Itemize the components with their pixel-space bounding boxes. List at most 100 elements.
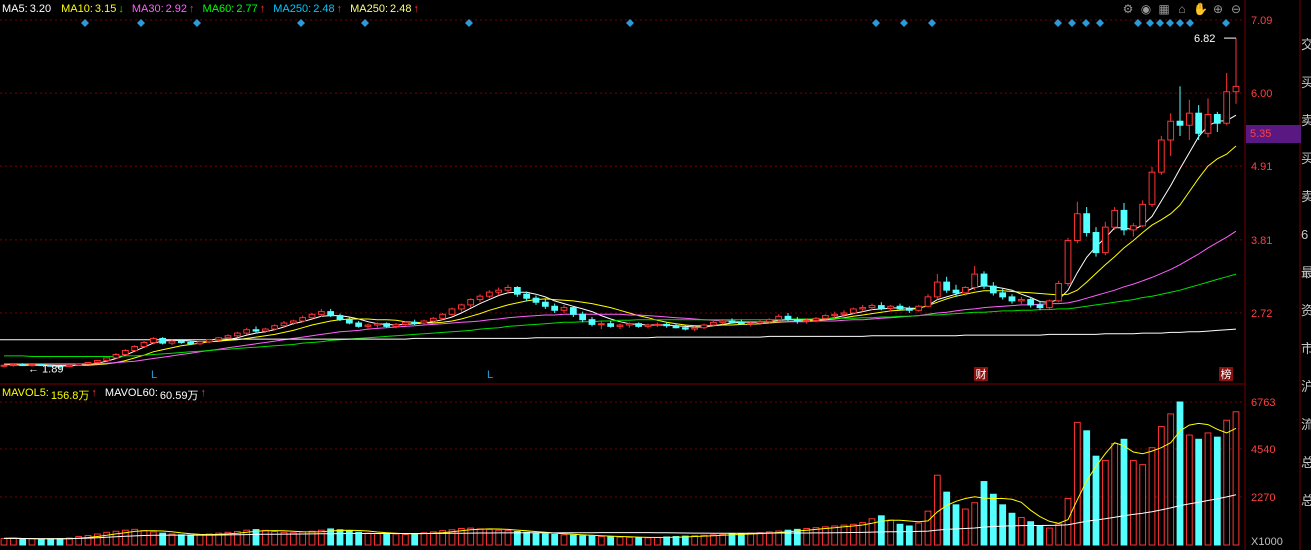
volume-bar xyxy=(588,535,596,546)
volume-bar xyxy=(1223,419,1231,546)
candle-body xyxy=(859,307,867,310)
right-strip-char: 6 xyxy=(1301,228,1309,242)
volume-bar xyxy=(532,532,540,546)
zoom-in-icon[interactable]: ⊕ xyxy=(1211,2,1225,16)
candle-body xyxy=(299,317,307,322)
candle-body xyxy=(196,341,204,345)
candle-body xyxy=(756,321,764,324)
candle-body xyxy=(159,337,167,344)
ma-line-ma10 xyxy=(4,145,1237,366)
price-legend-label: MA60: xyxy=(202,3,235,15)
candle-body xyxy=(709,321,717,326)
price-legend-item: MA5: 3.20 xyxy=(2,3,53,15)
volume-bar xyxy=(420,532,428,546)
candle-body xyxy=(355,322,363,327)
candle-body xyxy=(1213,114,1221,124)
volume-legend-arrow: ↑ xyxy=(200,387,206,399)
volume-bar xyxy=(196,534,204,546)
right-strip-char: 买 xyxy=(1301,76,1311,90)
event-marker-diamond xyxy=(361,19,369,27)
volume-bar xyxy=(625,536,633,546)
candle-body xyxy=(831,313,839,317)
volume-bar xyxy=(168,533,176,546)
volume-bar xyxy=(551,533,559,546)
volume-bar xyxy=(1232,411,1240,546)
volume-bar xyxy=(943,491,951,546)
candle-body xyxy=(663,323,671,327)
candle-body xyxy=(840,312,848,315)
price-legend-arrow: ↑ xyxy=(189,3,195,15)
volume-bar xyxy=(47,538,55,546)
zoom-out-icon[interactable]: ⊖ xyxy=(1229,2,1243,16)
candle-body xyxy=(999,292,1007,298)
candle-body xyxy=(392,323,400,327)
candle-body xyxy=(420,320,428,324)
candle-body xyxy=(364,324,372,327)
volume-bar xyxy=(803,528,811,546)
volume-bar xyxy=(653,536,661,546)
candle-body xyxy=(1017,299,1025,302)
volume-bar xyxy=(513,530,521,546)
candle-body xyxy=(971,273,979,288)
volume-bar xyxy=(485,528,493,546)
eye-icon[interactable]: ◉ xyxy=(1139,2,1153,16)
candle-body xyxy=(765,319,773,323)
candle-body xyxy=(924,296,932,307)
candle-body xyxy=(775,315,783,321)
volume-bar xyxy=(812,527,820,546)
hand-icon[interactable]: ✋ xyxy=(1193,2,1208,16)
volume-bar xyxy=(355,531,363,546)
kline-chart[interactable]: 7.09 6.00 4.91 3.81 2.72 6763 4540 2270 X1000 6.8… xyxy=(0,0,1311,550)
volume-tick-label: 4540 xyxy=(1251,444,1275,456)
candle-body xyxy=(131,345,139,352)
volume-bar xyxy=(961,508,969,546)
volume-legend-item: MAVOL60: 60.59万 ↑ xyxy=(105,387,206,403)
candle-body xyxy=(411,321,419,324)
candle-body xyxy=(103,357,111,362)
price-legend: MA5: 3.20 MA10: 3.15 ↓ MA30: 2.92 ↑ MA60: 2.77 ↑ MA… xyxy=(2,3,419,15)
current-price-box: 5.35 xyxy=(1246,125,1301,143)
candle-body xyxy=(653,323,661,326)
candle-body xyxy=(1129,225,1137,231)
event-marker-diamond xyxy=(1096,19,1104,27)
gear-icon[interactable]: ⚙ xyxy=(1121,2,1135,16)
candle-body xyxy=(19,364,27,367)
event-marker-diamond xyxy=(1186,19,1194,27)
volume-bar xyxy=(999,504,1007,546)
event-marker-diamond xyxy=(1176,19,1184,27)
mavol5-line xyxy=(3,422,1237,540)
home-icon[interactable]: ⌂ xyxy=(1175,2,1189,16)
candle-body xyxy=(943,281,951,291)
candle-body xyxy=(793,319,801,322)
right-info-strip: 交买卖买卖6最资市沪流总总 xyxy=(1301,0,1311,550)
candle-body xyxy=(737,321,745,325)
volume-bar xyxy=(467,527,475,546)
candle-body xyxy=(1232,85,1240,93)
volume-legend-arrow: ↑ xyxy=(91,387,97,399)
volume-bar xyxy=(989,493,997,546)
volume-bar xyxy=(1045,527,1053,546)
volume-bar xyxy=(607,536,615,546)
grid-icon[interactable]: ▦ xyxy=(1157,2,1171,16)
price-legend-item: MA250: 2.48 ↑ xyxy=(350,3,419,15)
volume-bar xyxy=(644,537,652,546)
right-strip-char: 流 xyxy=(1301,418,1311,432)
candle-body xyxy=(672,325,680,329)
candle-body xyxy=(1083,213,1091,234)
candle-body xyxy=(252,329,260,332)
candle-body xyxy=(457,304,465,310)
volume-bar xyxy=(1176,401,1184,546)
high-label: 6.82 xyxy=(1194,33,1215,45)
candle-body xyxy=(597,323,605,326)
event-marker-diamond xyxy=(1166,19,1174,27)
volume-bar xyxy=(849,523,857,546)
candle-body xyxy=(308,313,316,319)
price-tick-label: 2.72 xyxy=(1251,308,1272,320)
chart-toolbar: ⚙ ◉ ▦ ⌂ ✋ ⊕ ⊖ xyxy=(1121,2,1243,16)
price-tick-label: 4.91 xyxy=(1251,161,1272,173)
volume-bar xyxy=(1213,436,1221,546)
volume-bar xyxy=(261,529,269,546)
candle-body xyxy=(1101,226,1109,254)
volume-bar xyxy=(523,531,531,546)
candle-body xyxy=(215,337,223,341)
